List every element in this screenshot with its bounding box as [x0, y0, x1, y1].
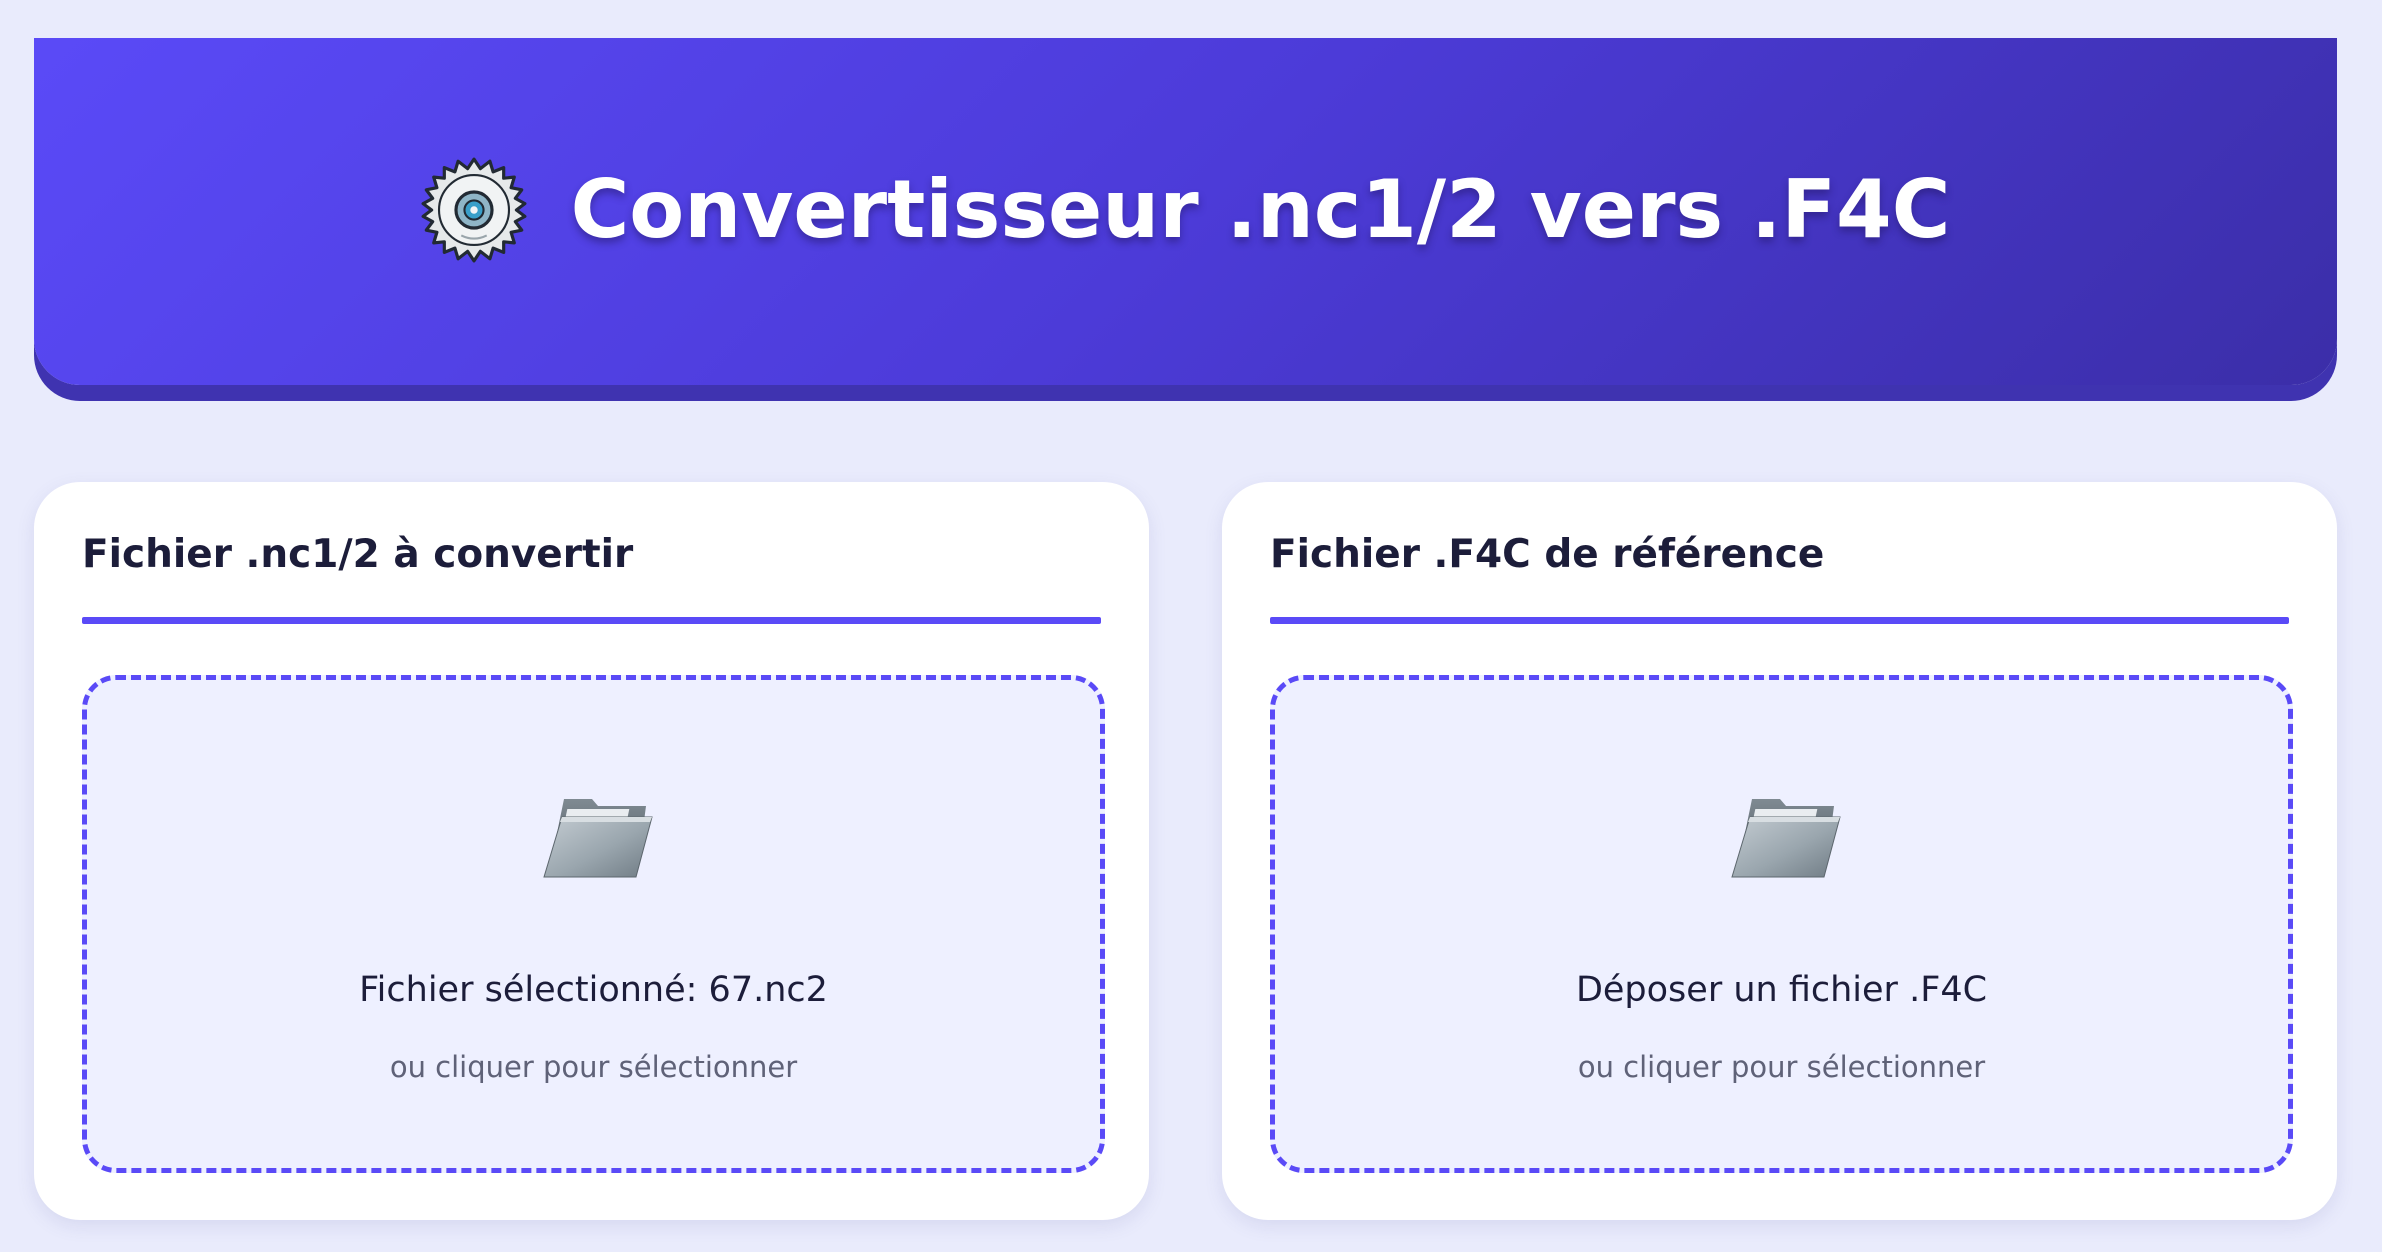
- f4c-card-divider: [1270, 617, 2289, 624]
- circular-saw-icon: [421, 157, 527, 262]
- f4c-file-dropzone[interactable]: Déposer un fichier .F4C ou cliquer pour …: [1270, 675, 2293, 1173]
- header-title-group: Convertisseur .nc1/2 vers .F4C: [421, 157, 1951, 263]
- nc-dropzone-label: Fichier sélectionné: 67.nc2: [359, 970, 828, 1010]
- f4c-dropzone-hint: ou cliquer pour sélectionner: [1577, 1050, 1986, 1084]
- nc-card-divider: [82, 617, 1101, 624]
- f4c-dropzone-label: Déposer un fichier .F4C: [1575, 970, 1988, 1010]
- folder-icon: [1730, 799, 1841, 878]
- f4c-file-card: Fichier .F4C de référence Déposer un fic…: [1222, 482, 2337, 1220]
- page-title: Convertisseur .nc1/2 vers .F4C: [570, 163, 1951, 256]
- nc-dropzone-hint: ou cliquer pour sélectionner: [389, 1050, 798, 1084]
- nc-card-title: Fichier .nc1/2 à convertir: [82, 532, 634, 577]
- app-header: Convertisseur .nc1/2 vers .F4C: [34, 38, 2337, 385]
- nc-file-card: Fichier .nc1/2 à convertir Fichier sélec…: [34, 482, 1149, 1220]
- f4c-card-title: Fichier .F4C de référence: [1270, 532, 1825, 577]
- folder-icon: [542, 799, 653, 878]
- nc-file-dropzone[interactable]: Fichier sélectionné: 67.nc2 ou cliquer p…: [82, 675, 1105, 1173]
